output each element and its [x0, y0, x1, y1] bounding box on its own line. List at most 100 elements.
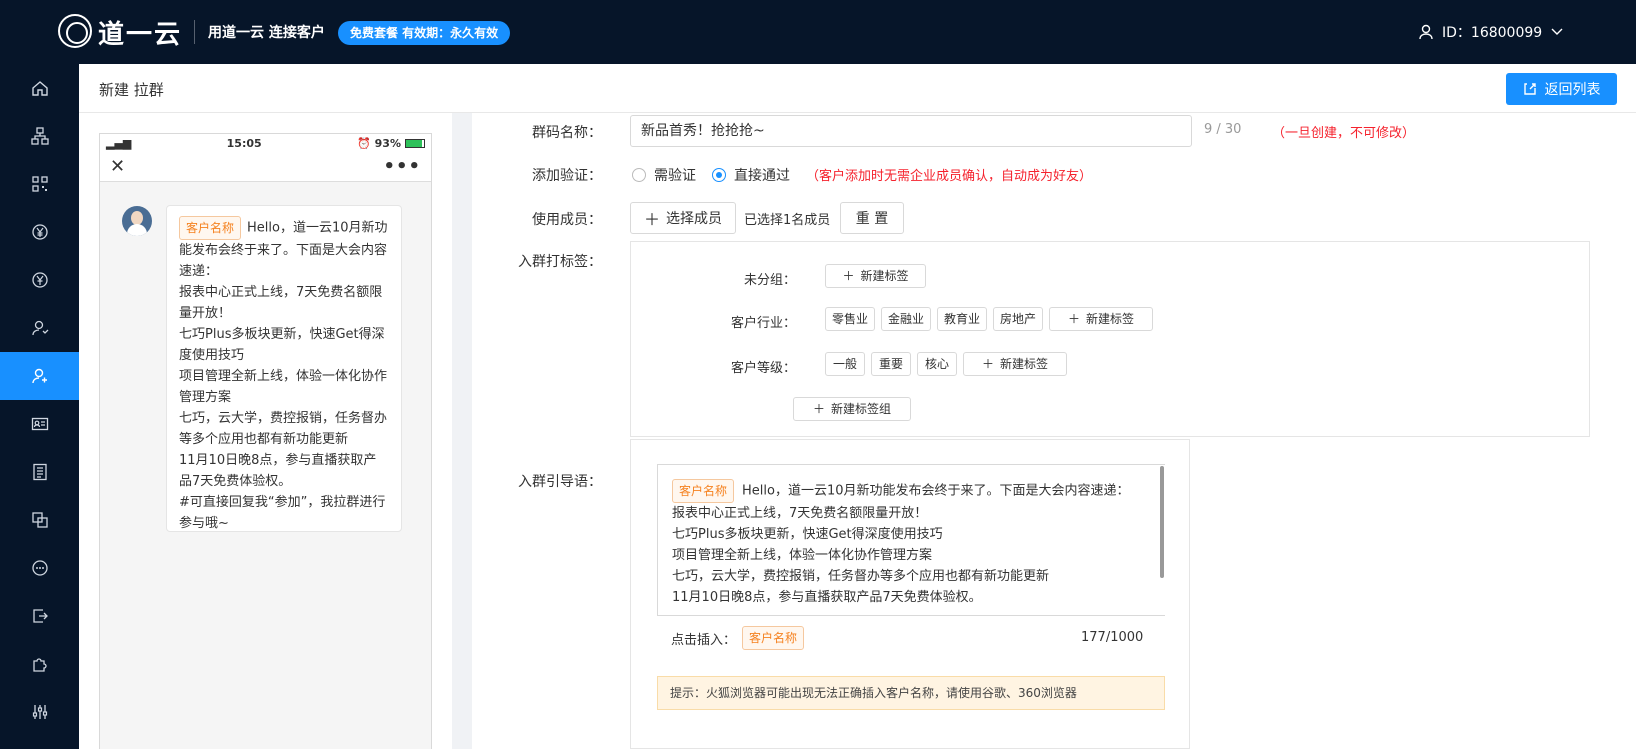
group-name-count: 9 / 30	[1204, 122, 1242, 137]
phone-status-bar: ▂▄▆ 15:05 ⏰ 93%	[100, 134, 431, 152]
select-members-label: 选择成员	[666, 211, 722, 227]
settings-sliders-icon[interactable]	[0, 688, 79, 736]
sidebar	[0, 64, 79, 749]
tag-chip[interactable]: 金融业	[881, 307, 931, 331]
plus-icon: ＋	[812, 402, 825, 416]
new-tag-group-label: 新建标签组	[831, 402, 892, 416]
plus-icon: ＋	[981, 357, 994, 371]
verify-option-direct[interactable]: 直接通过	[712, 165, 790, 185]
tag-group-label: 客户行业：	[730, 316, 796, 331]
new-tag-label: 新建标签	[860, 269, 909, 283]
guide-line: 七巧Plus多板块更新，快速Get得深度使用技巧	[672, 527, 943, 542]
qrcode-icon[interactable]	[0, 160, 79, 208]
tag-chip[interactable]: 教育业	[937, 307, 987, 331]
battery-icon	[404, 138, 425, 148]
radio-checked[interactable]	[712, 168, 726, 182]
document-icon[interactable]	[0, 448, 79, 496]
tag-panel: 未分组： ＋ 新建标签 客户行业： 零售业 金融业 教育业 房地产 ＋ 新建标签 客…	[630, 241, 1590, 437]
top-bar: 道一云 用道一云 连接客户 免费套餐 有效期：永久有效 ID：16800099	[0, 0, 1636, 64]
guide-line: 报表中心正式上线，7天免费名额限量开放！	[672, 506, 928, 521]
org-chart-icon[interactable]	[0, 112, 79, 160]
group-customer-icon[interactable]	[0, 352, 79, 400]
back-button-label: 返回列表	[1544, 82, 1601, 98]
members-label: 使用成员：	[532, 212, 602, 228]
new-tag-label: 新建标签	[1086, 312, 1135, 326]
page-header: 新建 拉群 返回列表	[79, 64, 1636, 113]
verify-option-label: 需验证	[654, 168, 696, 184]
phone-nav-bar: ✕ •••	[100, 152, 431, 182]
editor-scrollbar[interactable]	[1160, 466, 1164, 578]
signal-icon: ▂▄▆	[106, 136, 132, 150]
tag-group-label: 客户等级：	[730, 361, 796, 376]
plus-icon: ＋	[842, 269, 855, 283]
tag-chip[interactable]: 核心	[917, 352, 957, 376]
tag-chip[interactable]: 重要	[871, 352, 911, 376]
more-icon[interactable]: •••	[383, 156, 421, 177]
customer-name-tag: 客户名称	[179, 216, 242, 240]
guide-line: 11月10日晚8点，参与直播获取产品7天免费体验权。	[672, 590, 982, 605]
customer-name-tag: 客户名称	[672, 479, 735, 503]
new-tag-button[interactable]: ＋ 新建标签	[1049, 307, 1153, 331]
message-line: 11月10日晚8点，参与直播获取产品7天免费体验权。	[179, 453, 377, 489]
logo-text: 道一云	[98, 20, 183, 50]
new-tag-label: 新建标签	[1000, 357, 1049, 371]
user-id: ID：16800099	[1442, 25, 1543, 41]
insert-customer-name-tag[interactable]: 客户名称	[742, 626, 805, 650]
id-card-icon[interactable]	[0, 400, 79, 448]
tags-label: 入群打标签：	[518, 254, 602, 270]
puzzle-icon[interactable]	[0, 640, 79, 688]
logo-icon[interactable]	[58, 14, 92, 48]
close-icon[interactable]: ✕	[110, 156, 125, 177]
customer-icon[interactable]	[0, 304, 79, 352]
back-to-list-button[interactable]: 返回列表	[1506, 73, 1617, 105]
mobile-preview-panel: ▂▄▆ 15:05 ⏰ 93% ✕ ••• 客户名称 Hello，道一云10月新功…	[79, 113, 452, 749]
verify-option-required[interactable]: 需验证	[632, 165, 696, 185]
guide-line: 项目管理全新上线，体验一体化协作管理方案	[672, 548, 933, 563]
browser-tip: 提示：火狐浏览器可能出现无法正确插入客户名称，请使用谷歌、360浏览器	[657, 676, 1165, 710]
verify-label: 添加验证：	[532, 168, 602, 184]
guide-editor[interactable]: 客户名称 Hello，道一云10月新功能发布会终于来了。下面是大会内容速递： 报表…	[657, 464, 1165, 616]
message-line: 七巧Plus多板块更新，快速Get得深度使用技巧	[179, 327, 385, 363]
user-menu[interactable]: ID：16800099	[1418, 22, 1564, 42]
insert-row: 点击插入： 客户名称	[671, 626, 805, 650]
message-line: 报表中心正式上线，7天免费名额限量开放！	[179, 285, 383, 321]
verify-note: （客户添加时无需企业成员确认，自动成为好友）	[806, 169, 1093, 184]
chevron-down-icon	[1551, 28, 1563, 35]
message-line: 七巧，云大学，费控报销，任务督办等多个应用也都有新功能更新	[179, 411, 388, 447]
yen-circle-icon[interactable]	[0, 256, 79, 304]
reset-button[interactable]: 重 置	[840, 202, 904, 234]
insert-label: 点击插入：	[671, 632, 737, 648]
radio-unchecked[interactable]	[632, 168, 646, 182]
divider	[194, 20, 195, 44]
guide-label: 入群引导语：	[518, 474, 602, 490]
home-icon[interactable]	[0, 64, 79, 112]
tag-chip[interactable]: 一般	[825, 352, 865, 376]
members-selected: 已选择1名成员	[744, 213, 831, 228]
new-tag-button[interactable]: ＋ 新建标签	[825, 264, 926, 288]
verify-option-label: 直接通过	[734, 168, 790, 184]
group-name-note: （一旦创建，不可修改）	[1272, 126, 1416, 141]
user-icon	[1419, 24, 1433, 40]
group-name-label: 群码名称：	[532, 125, 602, 141]
exit-icon[interactable]	[0, 592, 79, 640]
slogan: 用道一云 连接客户	[208, 25, 325, 41]
message-bubble: 客户名称 Hello，道一云10月新功能发布会终于来了。下面是大会内容速递： 报表…	[166, 205, 402, 532]
tag-chip[interactable]: 房地产	[993, 307, 1043, 331]
new-tag-button[interactable]: ＋ 新建标签	[963, 352, 1067, 376]
chat-icon[interactable]	[0, 544, 79, 592]
copy-icon[interactable]	[0, 496, 79, 544]
new-tag-group-button[interactable]: ＋ 新建标签组	[793, 397, 911, 421]
group-name-input[interactable]: 新品首秀！抢抢抢~	[630, 115, 1192, 147]
tag-chip[interactable]: 零售业	[825, 307, 875, 331]
battery-percent: 93%	[374, 136, 401, 150]
yen-icon[interactable]	[0, 208, 79, 256]
select-members-button[interactable]: ＋ 选择成员	[630, 202, 736, 234]
guide-line: Hello，道一云10月新功能发布会终于来了。下面是大会内容速递：	[742, 483, 1130, 499]
plus-icon: ＋	[643, 210, 660, 229]
plus-icon: ＋	[1067, 312, 1080, 326]
status-time: 15:05	[226, 136, 262, 150]
tag-group-label: 未分组：	[743, 273, 796, 288]
return-icon	[1523, 83, 1536, 95]
form-panel: 群码名称： 新品首秀！抢抢抢~ 9 / 30 （一旦创建，不可修改） 添加验证：…	[472, 113, 1636, 749]
message-line: 项目管理全新上线，体验一体化协作管理方案	[179, 369, 388, 405]
